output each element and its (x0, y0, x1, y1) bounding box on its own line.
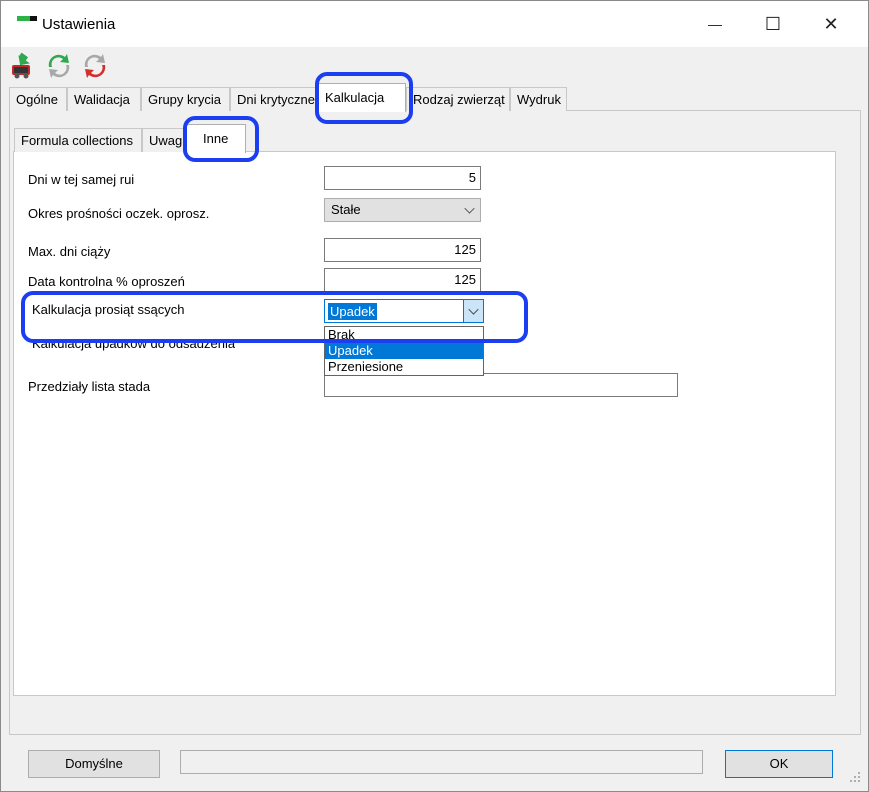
kalkulacja-upadkow-label: Kalkulacja upadków do odsadzenia (32, 341, 236, 351)
tab-wydruk[interactable]: Wydruk (510, 87, 567, 111)
tab-dni-krytyczne[interactable]: Dni krytyczne (230, 87, 318, 111)
resize-grip-icon[interactable] (849, 771, 861, 783)
minimize-button[interactable]: — (686, 1, 744, 47)
tab-kalkulacja[interactable]: Kalkulacja (318, 83, 406, 112)
przedzialy-lista-input[interactable] (324, 373, 678, 397)
dropdown-option-przeniesione[interactable]: Przeniesione (325, 359, 483, 375)
save-icon[interactable] (9, 51, 37, 79)
toolbar (1, 47, 868, 83)
window-title: Ustawienia (42, 16, 116, 33)
status-bar (180, 750, 703, 774)
default-button[interactable]: Domyślne (28, 750, 160, 778)
dni-ruja-label: Dni w tej samej rui (28, 172, 135, 187)
dropdown-list: Brak Upadek Przeniesione (324, 326, 484, 376)
ok-button[interactable]: OK (725, 750, 833, 778)
tab-uwagi[interactable]: Uwagi (142, 128, 186, 152)
tab-formula-collections[interactable]: Formula collections (14, 128, 142, 152)
max-dni-ciazy-input[interactable]: 125 (324, 238, 481, 262)
chevron-down-icon (468, 304, 479, 315)
tab-walidacja[interactable]: Walidacja (67, 87, 141, 111)
refresh-red-icon[interactable] (81, 51, 109, 79)
settings-window: Ustawienia — ☐ ✕ Ogólne Walidacja Grupy … (0, 0, 869, 792)
minimize-icon: — (708, 16, 722, 32)
sub-tab-panel (13, 151, 836, 696)
app-logo-icon (17, 16, 37, 24)
chevron-down-icon (464, 203, 475, 214)
okres-prosnosci-label: Okres prośności oczek. oprosz. (28, 206, 210, 221)
title-bar: Ustawienia — ☐ ✕ (1, 1, 868, 47)
kalkulacja-prosiat-value: Upadek (327, 302, 378, 321)
close-icon: ✕ (823, 13, 839, 34)
kalkulacja-prosiat-select[interactable]: Upadek (324, 299, 484, 323)
kalkulacja-prosiat-label: Kalkulacja prosiąt ssących (32, 302, 185, 317)
maximize-button[interactable]: ☐ (744, 1, 802, 47)
przedzialy-lista-label: Przedziały lista stada (28, 379, 151, 394)
dropdown-option-upadek[interactable]: Upadek (325, 343, 483, 359)
refresh-green-icon[interactable] (45, 51, 73, 79)
data-kontrolna-input[interactable]: 125 (324, 268, 481, 292)
tab-ogolne[interactable]: Ogólne (9, 87, 67, 111)
dropdown-button[interactable] (463, 300, 483, 322)
tab-grupy-krycia[interactable]: Grupy krycia (141, 87, 230, 111)
tab-rodzaj-zwierzat[interactable]: Rodzaj zwierząt (406, 87, 510, 111)
data-kontrolna-label: Data kontrolna % oproszeń (28, 274, 185, 289)
max-dni-ciazy-label: Max. dni ciąży (28, 244, 111, 259)
okres-prosnosci-select[interactable]: Stałe (324, 198, 481, 222)
tab-inne[interactable]: Inne (186, 124, 246, 153)
okres-prosnosci-value: Stałe (331, 202, 361, 217)
close-button[interactable]: ✕ (802, 1, 860, 47)
maximize-icon: ☐ (764, 13, 782, 34)
dropdown-option-brak[interactable]: Brak (325, 327, 483, 343)
dni-ruja-input[interactable]: 5 (324, 166, 481, 190)
